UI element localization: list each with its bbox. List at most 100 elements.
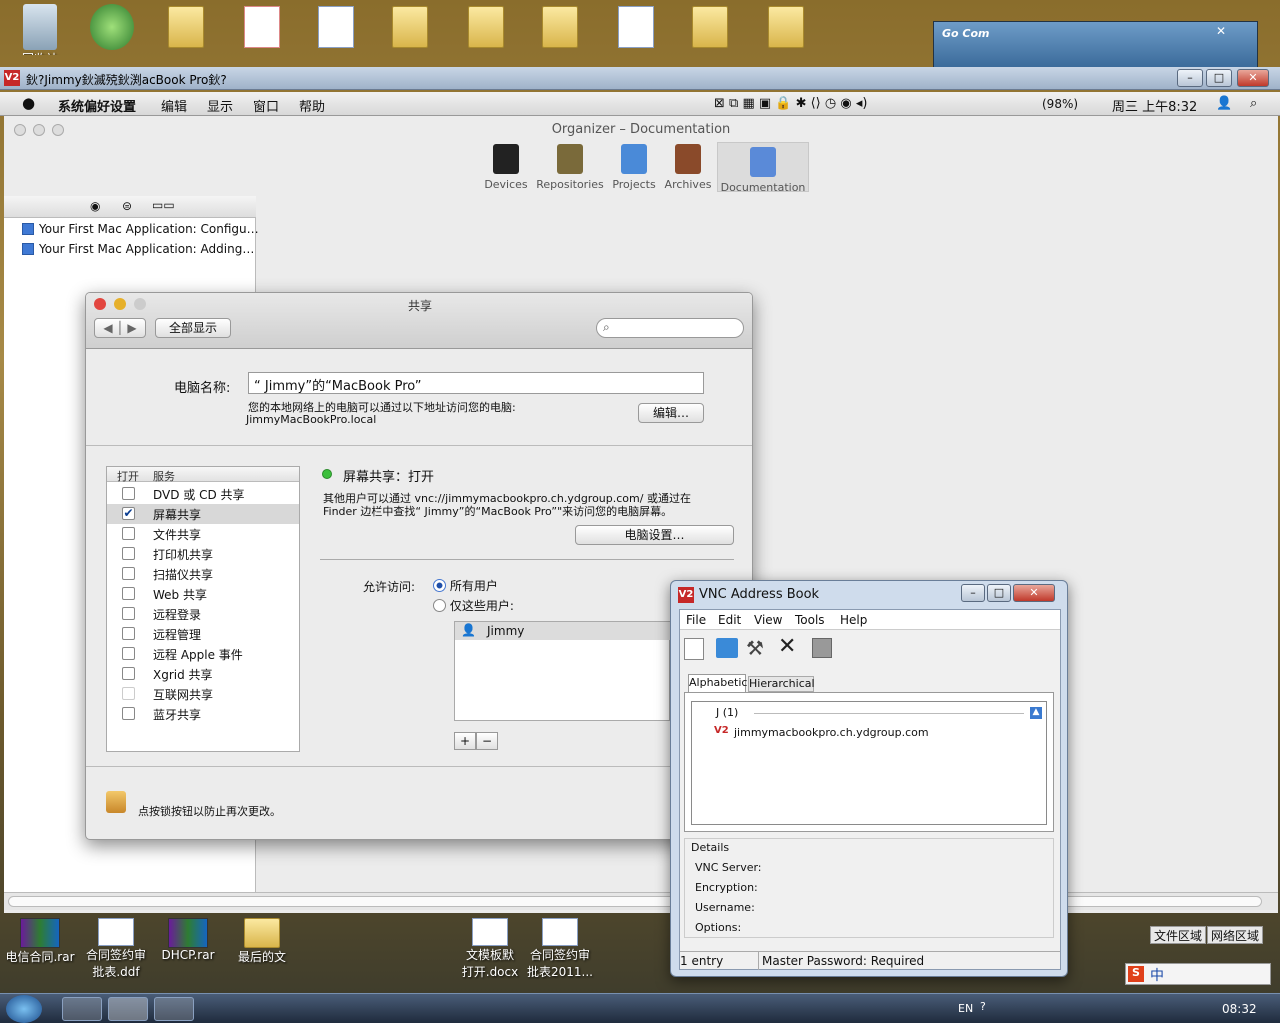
address-tree[interactable]: J (1) ▲ V2 jimmymacbookpro.ch.ydgroup.co… — [691, 701, 1047, 825]
checkbox[interactable] — [122, 547, 135, 560]
gocom-widget[interactable]: Go Com ✕ — [933, 21, 1258, 69]
sidebar-item-doc[interactable]: Your First Mac Application: Adding… — [22, 242, 254, 256]
connect-icon[interactable] — [812, 638, 832, 658]
radio-only-users[interactable]: 仅这些用户: — [433, 597, 514, 614]
language-indicator[interactable]: EN — [958, 1002, 973, 1015]
service-row[interactable]: 文件共享 — [107, 524, 299, 544]
tab-hierarchical[interactable]: Hierarchical — [748, 676, 815, 692]
menu-app-name[interactable]: 系统偏好设置 — [58, 96, 136, 115]
users-list[interactable]: 👤 Jimmy — [454, 621, 671, 721]
checkbox[interactable] — [122, 567, 135, 580]
collapse-icon[interactable]: ▲ — [1030, 707, 1042, 719]
menu-edit[interactable]: 编辑 — [161, 96, 187, 115]
search-icon[interactable]: ⊜ — [122, 199, 132, 213]
tab-archives[interactable]: Archives — [653, 144, 723, 191]
scrollbar-thumb[interactable] — [8, 896, 1262, 907]
service-row[interactable]: DVD 或 CD 共享 — [107, 484, 299, 504]
service-row[interactable]: 蓝牙共享 — [107, 704, 299, 724]
services-list[interactable]: 打开 服务 DVD 或 CD 共享 ✔ 屏幕共享 文件共享 打印机共享 扫描仪共享 … — [106, 466, 300, 752]
close-icon[interactable]: ✕ — [1216, 24, 1226, 38]
desktop-folder[interactable] — [670, 6, 750, 48]
group-label[interactable]: J (1) — [716, 706, 738, 719]
menu-file[interactable]: File — [686, 613, 706, 627]
menu-edit[interactable]: Edit — [718, 613, 741, 627]
checkbox[interactable] — [122, 487, 135, 500]
delete-icon[interactable]: ✕ — [778, 634, 796, 659]
desktop-icon-network[interactable] — [72, 4, 152, 50]
service-row[interactable]: Web 共享 — [107, 584, 299, 604]
maximize-button[interactable]: □ — [987, 584, 1011, 602]
desktop-folder[interactable] — [146, 6, 226, 48]
battery-percent[interactable]: (98%) — [1042, 97, 1078, 111]
service-row-selected[interactable]: ✔ 屏幕共享 — [107, 504, 299, 524]
minimize-button[interactable]: – — [1177, 69, 1203, 87]
desktop-folder[interactable] — [746, 6, 826, 48]
desktop-file-ddf[interactable]: 合同签约审 批表.ddf — [76, 918, 156, 980]
search-field[interactable]: ⌕ — [596, 318, 744, 338]
back-forward-buttons[interactable]: ◀ │ ▶ — [94, 318, 146, 338]
checkbox[interactable] — [122, 627, 135, 640]
menu-view[interactable]: 显示 — [207, 96, 233, 115]
desktop-word-doc[interactable] — [296, 6, 376, 48]
desktop-file-rar[interactable]: DHCP.rar — [148, 918, 228, 962]
computer-settings-button[interactable]: 电脑设置… — [575, 525, 734, 545]
taskbar-explorer[interactable] — [62, 997, 102, 1021]
minimize-button[interactable]: – — [961, 584, 985, 602]
radio-all-users[interactable]: 所有用户 — [433, 577, 498, 594]
recycle-bin[interactable]: 回收站 — [0, 4, 80, 55]
desktop-pdf[interactable] — [222, 6, 302, 48]
desktop-folder[interactable] — [446, 6, 526, 48]
close-button[interactable]: ✕ — [1237, 69, 1269, 87]
open-folder-icon[interactable] — [716, 638, 738, 658]
remove-user-button[interactable]: − — [476, 732, 498, 750]
checkbox[interactable] — [122, 607, 135, 620]
lock-icon[interactable] — [106, 791, 126, 813]
start-button-icon[interactable] — [6, 995, 42, 1023]
tab-repositories[interactable]: Repositories — [535, 144, 605, 191]
service-row[interactable]: 互联网共享 — [107, 684, 299, 704]
checkbox[interactable] — [122, 707, 135, 720]
show-all-button[interactable]: 全部显示 — [155, 318, 231, 338]
apple-icon[interactable]: ● — [22, 94, 35, 112]
service-row[interactable]: 打印机共享 — [107, 544, 299, 564]
new-entry-icon[interactable] — [684, 638, 704, 660]
service-row[interactable]: 远程管理 — [107, 624, 299, 644]
menu-view[interactable]: View — [754, 613, 782, 627]
desktop-folder[interactable] — [370, 6, 450, 48]
ime-mode[interactable]: 中 — [1150, 965, 1164, 985]
checkbox[interactable] — [122, 587, 135, 600]
checkbox[interactable] — [122, 647, 135, 660]
taskbar-vnc-addressbook[interactable] — [154, 997, 194, 1021]
service-row[interactable]: 远程登录 — [107, 604, 299, 624]
menu-help[interactable]: Help — [840, 613, 867, 627]
horizontal-scrollbar[interactable] — [4, 892, 1278, 910]
desktop-file-rar[interactable]: 电信合同.rar — [0, 918, 80, 965]
close-button[interactable]: ✕ — [1013, 584, 1055, 602]
ime-toolbar[interactable]: S 中 — [1125, 963, 1271, 985]
service-row[interactable]: 扫描仪共享 — [107, 564, 299, 584]
edit-button[interactable]: 编辑… — [638, 403, 704, 423]
zone-label-files[interactable]: 文件区域 — [1150, 926, 1206, 944]
menu-window[interactable]: 窗口 — [253, 96, 279, 115]
tray-clock[interactable]: 08:32 — [1222, 1002, 1257, 1016]
bookmarks-icon[interactable]: ▭▭ — [152, 198, 175, 212]
spotlight-search-icon[interactable]: ⌕ — [1250, 96, 1257, 111]
desktop-file-ddf[interactable]: 合同签约审 批表2011... — [520, 918, 600, 980]
add-user-button[interactable]: + — [454, 732, 476, 750]
desktop-folder[interactable] — [520, 6, 600, 48]
checkbox-checked[interactable]: ✔ — [122, 507, 135, 520]
menu-help[interactable]: 帮助 — [299, 96, 325, 115]
desktop-word-doc[interactable] — [596, 6, 676, 48]
properties-icon[interactable]: ⚒ — [746, 636, 764, 660]
tab-devices[interactable]: Devices — [471, 144, 541, 191]
sidebar-item-doc[interactable]: Your First Mac Application: Configu… — [22, 222, 259, 236]
desktop-folder[interactable]: 最后的文 — [222, 918, 302, 965]
checkbox[interactable] — [122, 527, 135, 540]
menu-clock[interactable]: 周三 上午8:32 — [1112, 96, 1197, 115]
tab-documentation[interactable]: Documentation — [717, 142, 809, 194]
maximize-button[interactable]: □ — [1206, 69, 1232, 87]
taskbar-vnc[interactable] — [108, 997, 148, 1021]
computer-name-input[interactable]: “ Jimmy”的“MacBook Pro” — [248, 372, 704, 394]
menu-tools[interactable]: Tools — [795, 613, 825, 627]
service-row[interactable]: Xgrid 共享 — [107, 664, 299, 684]
